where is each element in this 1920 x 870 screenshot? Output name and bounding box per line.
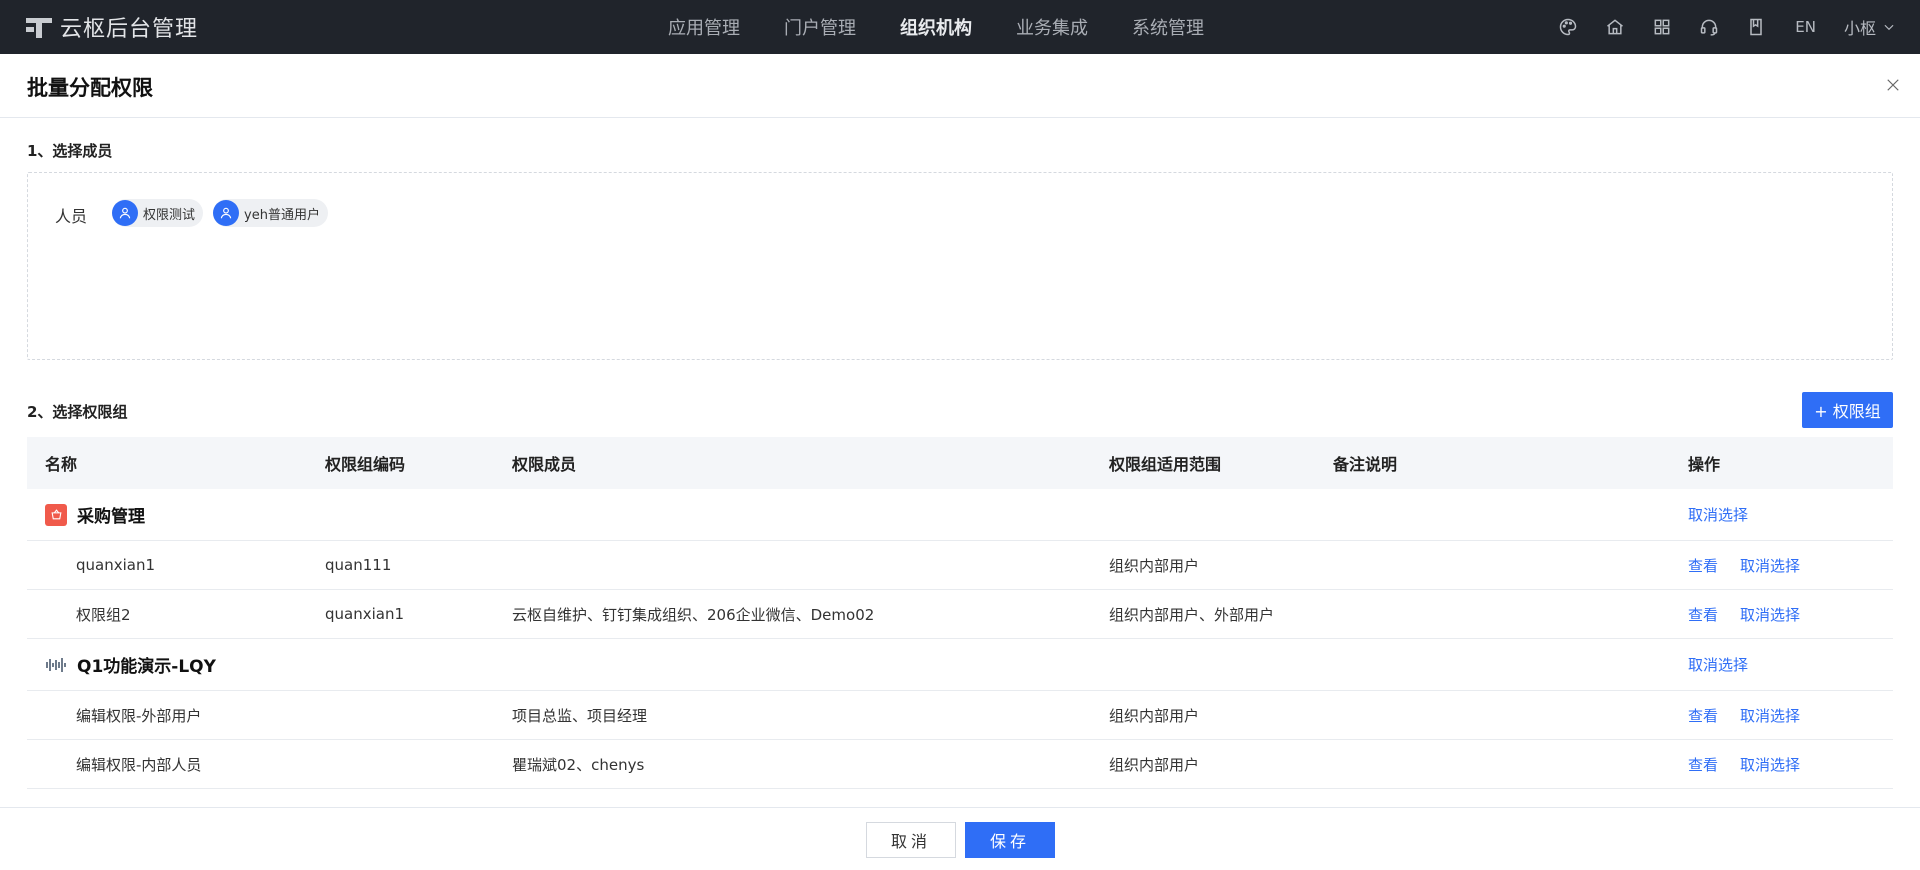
palette-icon[interactable] <box>1557 16 1579 38</box>
member-label: 人员 <box>55 207 88 226</box>
member-select-box[interactable]: 人员 权限测试 yeh普通用户 <box>27 172 1893 360</box>
group-name: 采购管理 <box>77 507 145 527</box>
drawer-title: 批量分配权限 <box>27 76 153 100</box>
headset-icon[interactable] <box>1698 16 1720 38</box>
home-icon[interactable] <box>1604 16 1626 38</box>
cancel-button[interactable]: 取消 <box>866 822 956 858</box>
nav-item-business-integration[interactable]: 业务集成 <box>1016 14 1088 40</box>
add-permission-group-button[interactable]: + 权限组 <box>1802 392 1893 428</box>
chevron-down-icon <box>1884 24 1894 31</box>
row-members: 项目总监、项目经理 <box>512 706 648 725</box>
save-button[interactable]: 保存 <box>965 822 1055 858</box>
column-header-name: 名称 <box>45 455 78 474</box>
member-chips: 权限测试 yeh普通用户 <box>112 199 338 227</box>
deselect-link[interactable]: 取消选择 <box>1740 604 1800 625</box>
row-members: 瞿瑞斌02、chenys <box>512 755 645 774</box>
column-header-remark: 备注说明 <box>1333 455 1398 474</box>
view-link[interactable]: 查看 <box>1688 705 1718 726</box>
row-members: 云枢自维护、钉钉集成组织、206企业微信、Demo02 <box>512 605 875 624</box>
row-scope: 组织内部用户 <box>1109 755 1200 774</box>
member-chip-label: 权限测试 <box>143 207 196 223</box>
close-icon <box>1887 79 1899 91</box>
drawer-footer: 取消 保存 <box>0 807 1920 870</box>
user-avatar-icon <box>213 200 240 226</box>
book-icon[interactable] <box>1745 16 1767 38</box>
row-scope: 组织内部用户 <box>1109 706 1200 725</box>
deselect-link[interactable]: 取消选择 <box>1740 754 1800 775</box>
row-name: 权限组2 <box>76 605 131 624</box>
column-header-code: 权限组编码 <box>325 455 406 474</box>
shopping-basket-icon <box>45 503 67 526</box>
row-name: 编辑权限-外部用户 <box>76 706 202 725</box>
deselect-link[interactable]: 取消选择 <box>1740 705 1800 726</box>
deselect-group-link[interactable]: 取消选择 <box>1688 654 1748 675</box>
close-button[interactable] <box>1884 76 1904 96</box>
language-switch[interactable]: EN <box>1795 18 1816 36</box>
section-title-groups: 2、选择权限组 <box>27 403 128 421</box>
row-code: quan111 <box>325 556 392 574</box>
permission-group-table: 名称 权限组编码 权限成员 权限组适用范围 备注说明 操作 采购管理 取消选择 … <box>27 437 1893 789</box>
apps-grid-icon[interactable] <box>1651 16 1673 38</box>
section-title-members: 1、选择成员 <box>27 142 113 160</box>
row-scope: 组织内部用户 <box>1109 556 1200 575</box>
column-header-actions: 操作 <box>1688 455 1721 474</box>
column-header-members: 权限成员 <box>512 455 577 474</box>
deselect-group-link[interactable]: 取消选择 <box>1688 504 1748 525</box>
view-link[interactable]: 查看 <box>1688 604 1718 625</box>
nav-item-system-management[interactable]: 系统管理 <box>1132 14 1204 40</box>
member-chip[interactable]: 权限测试 <box>112 199 204 227</box>
row-name: quanxian1 <box>76 556 156 574</box>
table-row: 权限组2 quanxian1 云枢自维护、钉钉集成组织、206企业微信、Demo… <box>27 590 1893 639</box>
member-chip-label: yeh普通用户 <box>244 207 320 223</box>
nav-item-app-management[interactable]: 应用管理 <box>668 14 740 40</box>
table-header: 名称 权限组编码 权限成员 权限组适用范围 备注说明 操作 <box>27 437 1893 489</box>
group-name: Q1功能演示-LQY <box>77 657 216 677</box>
table-row: 编辑权限-内部人员 瞿瑞斌02、chenys 组织内部用户 查看 取消选择 <box>27 740 1893 789</box>
member-chip[interactable]: yeh普通用户 <box>213 199 328 227</box>
table-row: quanxian1 quan111 组织内部用户 查看 取消选择 <box>27 541 1893 590</box>
top-navigation-bar: 云枢后台管理 应用管理 门户管理 组织机构 业务集成 系统管理 EN 小枢 <box>0 0 1920 54</box>
row-name: 编辑权限-内部人员 <box>76 755 202 774</box>
row-scope: 组织内部用户、外部用户 <box>1109 605 1275 624</box>
user-avatar-icon <box>112 200 138 226</box>
waveform-icon <box>45 654 67 676</box>
drawer-header: 批量分配权限 <box>0 54 1920 118</box>
view-link[interactable]: 查看 <box>1688 754 1718 775</box>
table-group-row: Q1功能演示-LQY 取消选择 <box>27 639 1893 691</box>
nav-item-portal-management[interactable]: 门户管理 <box>784 14 856 40</box>
toolbar: EN 小枢 <box>1532 0 1896 54</box>
logo[interactable]: 云枢后台管理 <box>26 0 198 54</box>
logo-icon <box>26 14 52 40</box>
row-code: quanxian1 <box>325 605 405 623</box>
nav-item-organization[interactable]: 组织机构 <box>900 14 972 40</box>
column-header-scope: 权限组适用范围 <box>1109 455 1222 474</box>
user-menu[interactable]: 小枢 <box>1844 15 1896 39</box>
table-row: 编辑权限-外部用户 项目总监、项目经理 组织内部用户 查看 取消选择 <box>27 691 1893 740</box>
main-nav: 应用管理 门户管理 组织机构 业务集成 系统管理 <box>668 0 1248 54</box>
user-name: 小枢 <box>1843 19 1876 38</box>
deselect-link[interactable]: 取消选择 <box>1740 555 1800 576</box>
app-title: 云枢后台管理 <box>60 17 199 42</box>
view-link[interactable]: 查看 <box>1688 555 1718 576</box>
table-group-row: 采购管理 取消选择 <box>27 489 1893 541</box>
